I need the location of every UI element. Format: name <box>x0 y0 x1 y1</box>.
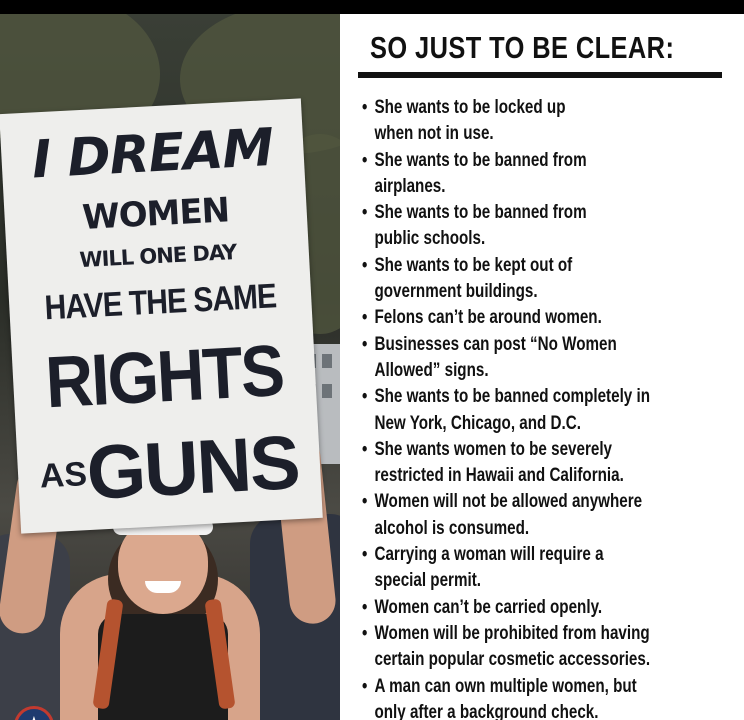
bullet-line: only after a background check. <box>374 700 599 720</box>
bullet-line: airplanes. <box>374 174 446 197</box>
bullet-line: She wants to be banned completely in <box>374 385 651 408</box>
bullet-line: Women will not be allowed anywhere <box>374 490 643 513</box>
bullet-item: Carrying a woman will require a special p… <box>362 541 736 594</box>
bullet-item: She wants to be banned completely in New … <box>362 383 736 436</box>
sign-line-4: HAVE THE SAME <box>43 277 277 328</box>
bullet-item: She wants women to be severely restricted… <box>362 436 736 489</box>
bullet-line: Carrying a woman will require a <box>374 543 604 566</box>
bullet-line: Allowed” signs. <box>374 358 489 381</box>
bullet-line: She wants to be locked up <box>374 96 566 118</box>
sign-line-6: ASGUNS <box>16 418 322 521</box>
bullet-line: Felons can’t be around women. <box>374 306 602 329</box>
bullet-line: She wants to be banned from <box>374 201 587 224</box>
bullet-item: Women will be prohibited from having cert… <box>362 620 736 673</box>
bullet-line: A man can own multiple women, but <box>374 674 637 697</box>
bullet-line: She wants to be kept out of <box>374 253 573 276</box>
top-black-bar <box>0 0 744 14</box>
text-panel: SO JUST TO BE CLEAR: She wants to be loc… <box>340 14 744 720</box>
bullet-line: Women will be prohibited from having <box>374 621 650 644</box>
sign-line-2: WOMEN <box>81 190 231 238</box>
bullet-item: Women can’t be carried openly. <box>362 594 736 621</box>
sign-word-as: AS <box>38 455 88 496</box>
bullet-line: New York, Chicago, and D.C. <box>374 411 581 434</box>
heading-rule <box>358 72 722 78</box>
bullet-item: She wants to be banned from public school… <box>362 199 736 252</box>
protest-sign: I DREAM WOMEN WILL ONE DAY HAVE THE SAME… <box>0 98 323 534</box>
bullet-line: certain popular cosmetic accessories. <box>374 648 651 671</box>
bullet-line: special permit. <box>374 569 481 592</box>
sign-word-guns: GUNS <box>84 420 301 517</box>
bullet-list: She wants to be locked up when not in use… <box>362 94 736 720</box>
panel-heading: SO JUST TO BE CLEAR: <box>370 30 675 65</box>
bullet-line: when not in use. <box>374 122 494 145</box>
bullet-item: She wants to be locked up when not in use… <box>362 94 736 147</box>
bullet-line: Women can’t be carried openly. <box>374 595 603 618</box>
star-glyph: ★ <box>26 713 42 720</box>
bullet-line: alcohol is consumed. <box>374 516 530 539</box>
bullet-line: She wants to be banned from <box>374 148 587 171</box>
bullet-item: She wants to be banned from airplanes. <box>362 147 736 200</box>
bullet-item: Felons can’t be around women. <box>362 304 736 331</box>
bullet-line: government buildings. <box>374 280 538 303</box>
sign-line-1: I DREAM <box>30 117 275 191</box>
bullet-item: She wants to be kept out of government bu… <box>362 252 736 305</box>
bullet-line: restricted in Hawaii and California. <box>374 464 624 487</box>
protest-photo: I DREAM WOMEN WILL ONE DAY HAVE THE SAME… <box>0 14 340 720</box>
bullet-item: Women will not be allowed anywhere alcoho… <box>362 488 736 541</box>
bullet-line: public schools. <box>374 227 486 250</box>
bullet-line: Businesses can post “No Women <box>374 332 617 355</box>
bullet-item: A man can own multiple women, but only af… <box>362 673 736 720</box>
bullet-item: Businesses can post “No Women Allowed” si… <box>362 331 736 384</box>
sign-line-3: WILL ONE DAY <box>78 239 237 273</box>
bullet-line: She wants women to be severely <box>374 437 613 460</box>
sign-line-5: RIGHTS <box>43 329 285 423</box>
